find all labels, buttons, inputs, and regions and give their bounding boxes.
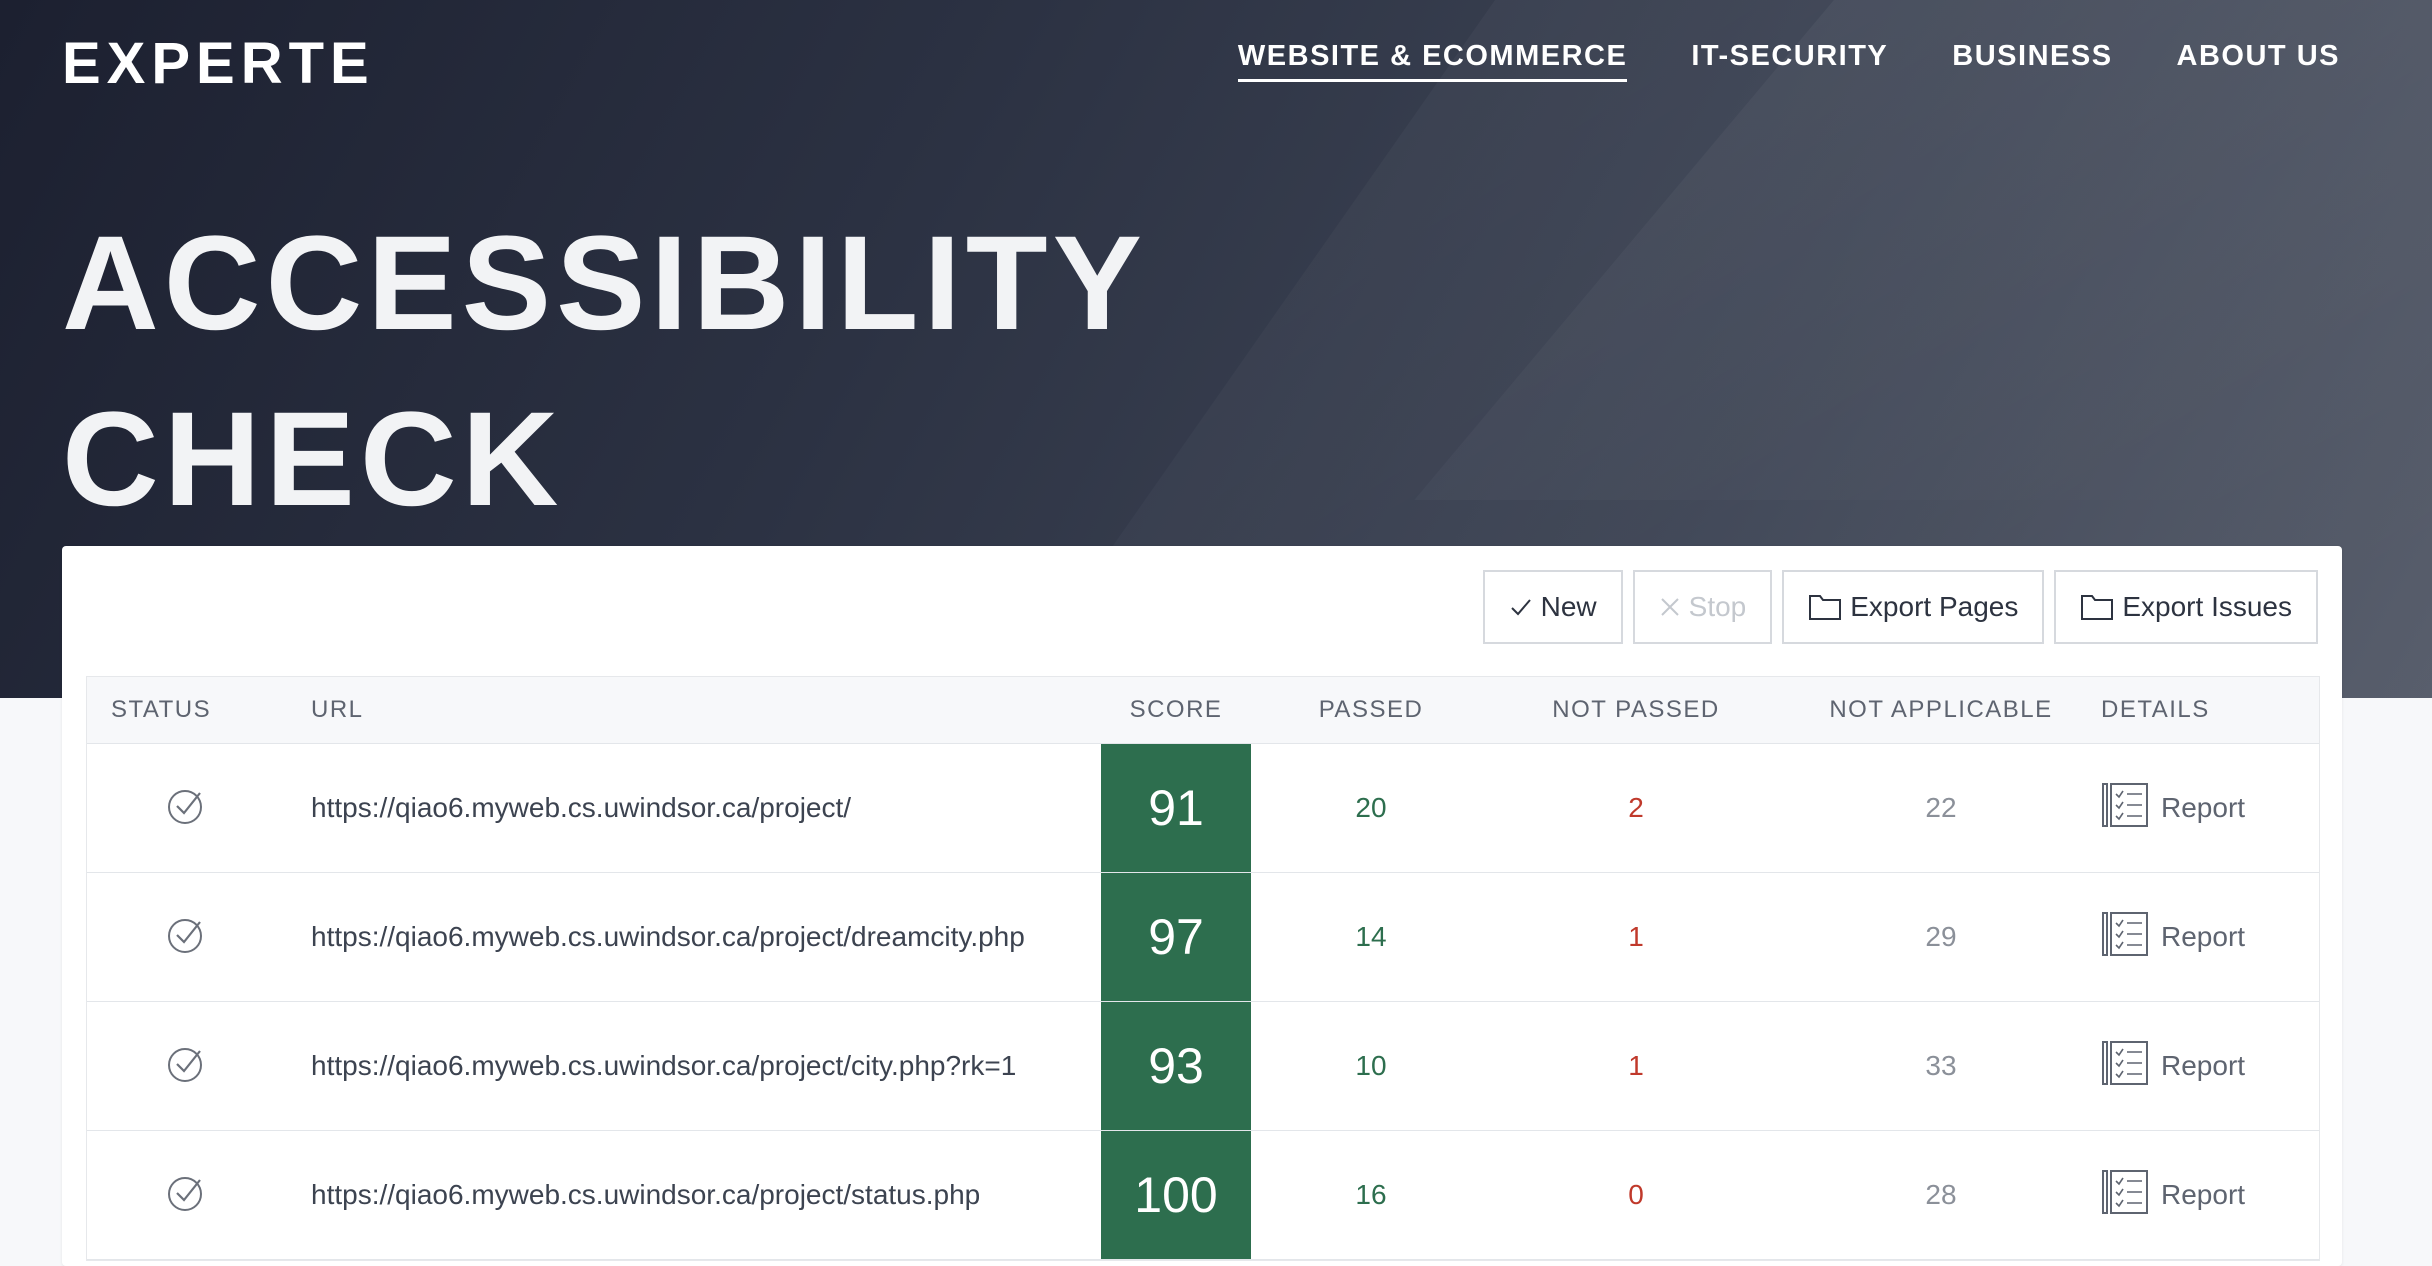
not-passed-cell: 2 [1628, 792, 1644, 823]
report-label: Report [2161, 921, 2246, 952]
not-passed-cell: 0 [1628, 1179, 1644, 1210]
table-row: https://qiao6.myweb.cs.uwindsor.ca/proje… [87, 1002, 2319, 1131]
new-button-label: New [1540, 591, 1597, 622]
passed-cell: 16 [1355, 1179, 1387, 1210]
checklist-icon [2101, 1167, 2151, 1224]
passed-cell: 10 [1355, 1050, 1387, 1081]
stop-button-label: Stop [1688, 591, 1747, 622]
not-applicable-cell: 29 [1925, 921, 1957, 952]
new-button[interactable]: New [1482, 570, 1623, 644]
table-row: https://qiao6.myweb.cs.uwindsor.ca/proje… [87, 744, 2319, 873]
passed-cell: 20 [1355, 792, 1387, 823]
table-row: https://qiao6.myweb.cs.uwindsor.ca/proje… [87, 873, 2319, 1002]
column-header-url[interactable]: URL [287, 696, 1101, 724]
report-link[interactable]: Report [2101, 909, 2319, 966]
toolbar: New Stop Export Pages Export Issues [1482, 570, 2318, 644]
page-title-line1: ACCESSIBILITY [62, 209, 1147, 358]
column-header-not-passed[interactable]: NOT PASSED [1491, 696, 1781, 724]
check-circle-icon [166, 1173, 206, 1218]
main-nav: WEBSITE & ECOMMERCE IT-SECURITY BUSINESS… [1237, 40, 2340, 82]
report-label: Report [2161, 1050, 2246, 1081]
status-cell [87, 915, 287, 960]
results-table: STATUS URL SCORE PASSED NOT PASSED NOT A… [86, 676, 2320, 1261]
check-icon [1509, 595, 1533, 619]
export-issues-button[interactable]: Export Issues [2054, 570, 2318, 644]
folder-icon [2080, 593, 2114, 621]
page-title: ACCESSIBILITY CHECK [62, 196, 1147, 548]
check-circle-icon [166, 1044, 206, 1089]
checklist-icon [2101, 909, 2151, 966]
url-cell: https://qiao6.myweb.cs.uwindsor.ca/proje… [311, 1050, 1017, 1081]
url-cell: https://qiao6.myweb.cs.uwindsor.ca/proje… [311, 921, 1025, 952]
table-header: STATUS URL SCORE PASSED NOT PASSED NOT A… [87, 677, 2319, 744]
status-cell [87, 786, 287, 831]
column-header-score[interactable]: SCORE [1101, 696, 1251, 724]
column-header-details: DETAILS [2101, 696, 2210, 723]
not-applicable-cell: 33 [1925, 1050, 1957, 1081]
page-title-line2: CHECK [62, 385, 564, 534]
nav-it-security[interactable]: IT-SECURITY [1691, 40, 1888, 82]
score-cell: 97 [1101, 873, 1251, 1001]
url-cell: https://qiao6.myweb.cs.uwindsor.ca/proje… [311, 792, 852, 823]
score-cell: 91 [1101, 744, 1251, 872]
report-label: Report [2161, 1179, 2246, 1210]
status-cell [87, 1173, 287, 1218]
not-applicable-cell: 28 [1925, 1179, 1957, 1210]
export-pages-button[interactable]: Export Pages [1782, 570, 2045, 644]
check-circle-icon [166, 786, 206, 831]
table-row: https://qiao6.myweb.cs.uwindsor.ca/proje… [87, 1131, 2319, 1260]
report-link[interactable]: Report [2101, 780, 2319, 837]
logo[interactable]: EXPERTE [62, 30, 375, 97]
column-header-not-applicable[interactable]: NOT APPLICABLE [1781, 696, 2101, 724]
stop-button[interactable]: Stop [1632, 570, 1773, 644]
not-passed-cell: 1 [1628, 921, 1644, 952]
checklist-icon [2101, 1038, 2151, 1095]
url-cell: https://qiao6.myweb.cs.uwindsor.ca/proje… [311, 1179, 981, 1210]
check-circle-icon [166, 915, 206, 960]
column-header-status[interactable]: STATUS [87, 696, 287, 724]
score-cell: 100 [1101, 1131, 1251, 1259]
export-issues-label: Export Issues [2122, 591, 2292, 622]
status-cell [87, 1044, 287, 1089]
checklist-icon [2101, 780, 2151, 837]
folder-icon [1808, 593, 1842, 621]
nav-about-us[interactable]: ABOUT US [2177, 40, 2340, 82]
not-applicable-cell: 22 [1925, 792, 1957, 823]
report-link[interactable]: Report [2101, 1167, 2319, 1224]
column-header-passed[interactable]: PASSED [1251, 696, 1491, 724]
nav-business[interactable]: BUSINESS [1952, 40, 2112, 82]
export-pages-label: Export Pages [1850, 591, 2019, 622]
score-cell: 93 [1101, 1002, 1251, 1130]
report-label: Report [2161, 792, 2246, 823]
x-icon [1659, 596, 1681, 618]
results-card: New Stop Export Pages Export Issues STAT… [62, 546, 2342, 1266]
passed-cell: 14 [1355, 921, 1387, 952]
nav-website-ecommerce[interactable]: WEBSITE & ECOMMERCE [1237, 40, 1628, 82]
not-passed-cell: 1 [1628, 1050, 1644, 1081]
report-link[interactable]: Report [2101, 1038, 2319, 1095]
